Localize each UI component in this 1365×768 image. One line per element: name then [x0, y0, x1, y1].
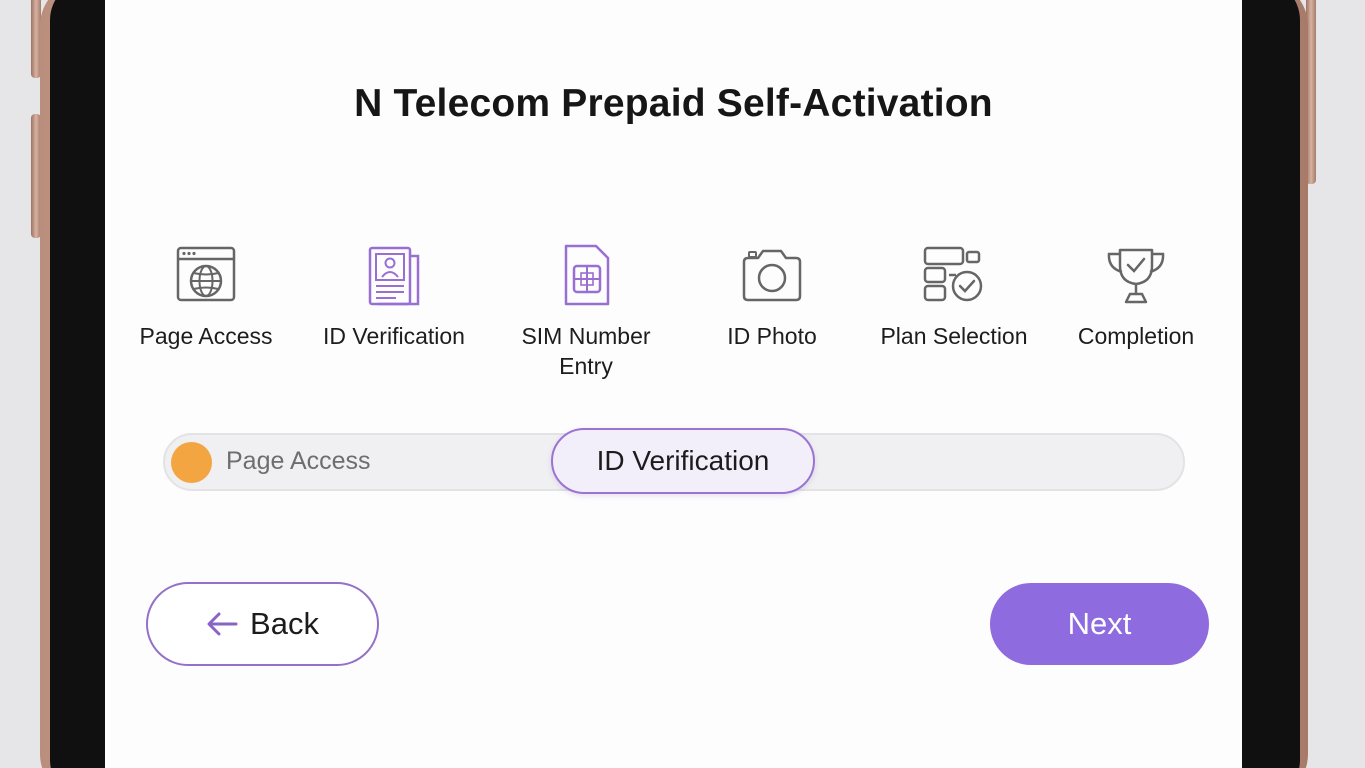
step-completion: Completion — [1046, 244, 1226, 351]
step-sim-number-entry: SIM Number Entry — [496, 244, 676, 381]
plan-checklist-icon — [923, 246, 983, 302]
next-button[interactable]: Next — [990, 583, 1209, 665]
trophy-icon — [1107, 248, 1165, 304]
step-label: Plan Selection — [880, 323, 1028, 349]
page-title: N Telecom Prepaid Self-Activation — [354, 82, 993, 125]
back-button-label: Back — [250, 606, 319, 641]
back-button[interactable]: Back — [146, 582, 379, 666]
step-plan-selection: Plan Selection — [864, 244, 1044, 351]
completed-step-dot — [171, 442, 212, 483]
camera-icon — [742, 249, 802, 302]
device-scene: N Telecom Prepaid Self-Activation Page A… — [0, 0, 1365, 768]
step-page-access: Page Access — [116, 244, 296, 351]
step-label: SIM Number Entry — [521, 323, 651, 379]
step-label: ID Photo — [727, 323, 817, 349]
activation-screen: N Telecom Prepaid Self-Activation Page A… — [105, 0, 1242, 768]
step-label: Page Access — [139, 323, 273, 349]
arrow-left-icon — [207, 612, 238, 636]
sim-card-icon — [564, 244, 610, 306]
step-id-verification: ID Verification — [304, 244, 484, 351]
step-id-photo: ID Photo — [682, 244, 862, 351]
step-label: Completion — [1077, 323, 1195, 349]
id-card-icon — [368, 246, 420, 306]
progress-completed-label: Page Access — [226, 447, 371, 475]
progress-current-step: ID Verification — [551, 428, 815, 494]
browser-globe-icon — [176, 246, 236, 302]
step-label: ID Verification — [323, 323, 465, 349]
